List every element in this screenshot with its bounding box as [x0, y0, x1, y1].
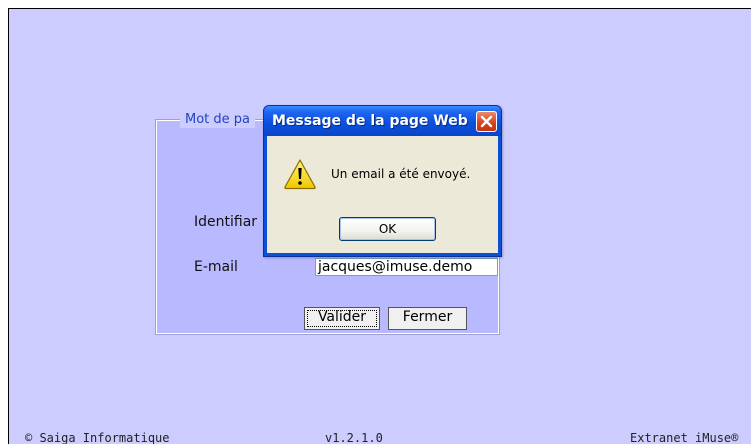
fieldset-legend: Mot de pa: [180, 112, 255, 128]
warning-icon: [284, 159, 316, 190]
identifiant-label: Identifiar: [194, 214, 258, 230]
ok-button[interactable]: OK: [339, 217, 436, 241]
valider-button[interactable]: Valider: [304, 307, 380, 330]
email-label: E-mail: [194, 259, 238, 275]
alert-dialog: Message de la page Web Un email a été en…: [263, 105, 502, 257]
dialog-titlebar[interactable]: Message de la page Web: [264, 106, 501, 136]
dialog-title: Message de la page Web: [272, 113, 468, 129]
browser-viewport: Mot de pa Identifiar E-mail jacques@imus…: [0, 0, 751, 444]
footer-product: Extranet iMuse®: [630, 431, 739, 444]
dialog-close-button[interactable]: [476, 111, 497, 132]
footer-version: v1.2.1.0: [325, 431, 383, 444]
dialog-message: Un email a été envoyé.: [331, 167, 471, 181]
footer-copyright: © Saiga Informatique: [25, 431, 170, 444]
email-input[interactable]: jacques@imuse.demo: [315, 258, 498, 276]
fermer-button[interactable]: Fermer: [388, 307, 467, 330]
dialog-body: Un email a été envoyé. OK: [267, 136, 498, 253]
close-icon: [480, 115, 493, 128]
